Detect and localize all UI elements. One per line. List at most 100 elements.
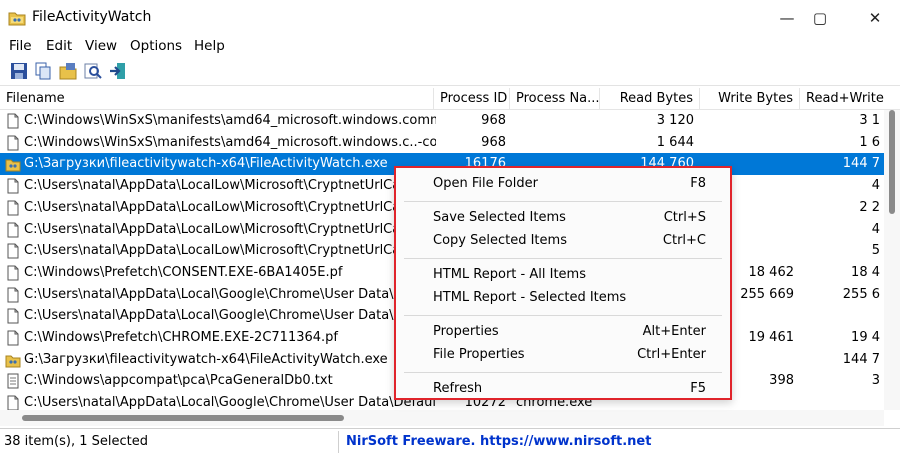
cell-filename: C:\Users\natal\AppData\Local\Google\Chro… <box>24 286 412 302</box>
title-bar: FileActivityWatch — ▢ ✕ <box>0 0 900 36</box>
menu-item-shortcut: Alt+Enter <box>642 323 706 339</box>
menu-item-label: Properties <box>433 323 499 339</box>
vertical-scroll-thumb[interactable] <box>889 110 895 214</box>
file-icon <box>7 178 19 194</box>
menu-view[interactable]: View <box>85 38 117 54</box>
cell-filename: G:\Загрузки\fileactivitywatch-x64\FileAc… <box>24 156 388 172</box>
cell-read-write <box>800 305 884 327</box>
table-row[interactable]: C:\Windows\WinSxS\manifests\amd64_micros… <box>0 132 884 154</box>
menu-item-copy-selected-items[interactable]: Copy Selected Items Ctrl+C <box>396 230 730 252</box>
menu-item-label: Refresh <box>433 380 483 396</box>
menu-edit[interactable]: Edit <box>46 38 72 54</box>
file-icon <box>7 287 19 303</box>
column-read-write[interactable]: Read+Write <box>800 88 900 110</box>
menu-item-shortcut: F8 <box>690 176 706 191</box>
cell-process-name <box>510 132 600 154</box>
menu-options[interactable]: Options <box>130 38 182 54</box>
menu-help[interactable]: Help <box>194 38 225 54</box>
cell-filename: C:\Windows\WinSxS\manifests\amd64_micros… <box>24 134 436 150</box>
status-bar: 38 item(s), 1 Selected NirSoft Freeware.… <box>0 428 900 454</box>
horizontal-scrollbar[interactable] <box>0 410 884 426</box>
status-item-count: 38 item(s), 1 Selected <box>4 434 148 449</box>
cell-read-write: 5 <box>871 243 880 259</box>
menu-item-html-report-all-items[interactable]: HTML Report - All Items <box>396 264 730 286</box>
horizontal-scroll-thumb[interactable] <box>22 415 344 421</box>
cell-write-bytes <box>700 132 800 154</box>
menu-item-label: File Properties <box>433 347 525 362</box>
menu-bar: File Edit View Options Help <box>0 36 900 58</box>
menu-item-label: Open File Folder <box>433 176 538 191</box>
column-write-bytes[interactable]: Write Bytes <box>700 88 800 110</box>
file-icon <box>7 330 19 346</box>
list-header: Filename Process ID Process Na... Read B… <box>0 88 900 110</box>
table-row[interactable]: C:\Windows\WinSxS\manifests\amd64_micros… <box>0 110 884 132</box>
maximize-icon[interactable]: ▢ <box>797 0 843 36</box>
column-process-name[interactable]: Process Na... <box>510 88 600 110</box>
column-process-id[interactable]: Process ID <box>434 88 510 110</box>
cell-read-bytes: 1 644 <box>656 134 694 150</box>
exit-icon[interactable] <box>108 61 128 81</box>
menu-item-save-selected-items[interactable]: Save Selected Items Ctrl+S <box>396 207 730 229</box>
menu-item-label: HTML Report - All Items <box>433 266 586 282</box>
cell-process-id: 968 <box>481 134 506 150</box>
save-icon[interactable] <box>9 61 29 81</box>
text-file-icon <box>7 373 19 389</box>
file-icon <box>7 113 19 129</box>
column-filename[interactable]: Filename <box>0 88 434 110</box>
cell-read-write: 144 7 <box>842 351 880 367</box>
cell-filename: C:\Windows\Prefetch\CONSENT.EXE-6BA1405E… <box>24 264 343 280</box>
cell-read-write: 18 4 <box>851 264 880 280</box>
menu-item-label: Save Selected Items <box>433 209 566 225</box>
find-icon[interactable] <box>83 61 103 81</box>
cell-filename: C:\Windows\appcompat\pca\PcaGeneralDb0.t… <box>24 373 333 389</box>
status-divider <box>338 431 339 453</box>
cell-read-write: 2 2 <box>859 199 880 215</box>
file-icon <box>7 222 19 237</box>
cell-filename: G:\Загрузки\fileactivitywatch-x64\FileAc… <box>24 351 388 367</box>
context-menu-separator <box>404 314 722 316</box>
file-icon <box>7 243 19 259</box>
context-menu-separator <box>404 257 722 259</box>
column-read-bytes[interactable]: Read Bytes <box>600 88 700 110</box>
window-title: FileActivityWatch <box>32 9 152 25</box>
app-folder-icon <box>5 355 21 368</box>
vertical-scrollbar[interactable] <box>884 110 900 410</box>
app-folder-icon <box>5 159 21 172</box>
cell-read-write: 3 1 <box>859 113 880 128</box>
file-icon <box>7 135 19 151</box>
menu-item-open-file-folder[interactable]: Open File Folder F8 <box>396 173 730 195</box>
menu-item-shortcut: Ctrl+C <box>662 233 706 248</box>
cell-filename: C:\Windows\Prefetch\CHROME.EXE-2C711364.… <box>24 330 338 345</box>
menu-item-shortcut: F5 <box>690 380 706 396</box>
cell-filename: C:\Users\natal\AppData\Local\Google\Chro… <box>24 308 412 324</box>
app-folder-icon <box>8 12 26 26</box>
cell-read-write: 1 6 <box>859 134 880 150</box>
cell-process-id: 968 <box>481 113 506 128</box>
nirsoft-link[interactable]: NirSoft Freeware. https://www.nirsoft.ne… <box>346 434 651 449</box>
cell-filename: C:\Users\natal\AppData\LocalLow\Microsof… <box>24 221 416 237</box>
cell-read-write: 4 <box>871 178 880 194</box>
menu-item-shortcut: Ctrl+S <box>663 209 706 225</box>
cell-read-bytes: 3 120 <box>656 113 694 128</box>
menu-item-shortcut: Ctrl+Enter <box>637 347 706 362</box>
menu-item-properties[interactable]: Properties Alt+Enter <box>396 321 730 343</box>
close-icon[interactable]: ✕ <box>852 0 898 36</box>
context-menu: Open File Folder F8 Save Selected Items Ctr… <box>394 166 732 400</box>
cell-read-write: 3 <box>871 373 880 389</box>
cell-filename: C:\Windows\WinSxS\manifests\amd64_micros… <box>24 113 436 128</box>
cell-write-bytes <box>700 110 800 132</box>
cell-read-write: 144 7 <box>842 156 880 172</box>
copy-icon[interactable] <box>33 61 53 81</box>
menu-item-refresh[interactable]: Refresh F5 <box>396 378 730 400</box>
menu-item-html-report-selected-items[interactable]: HTML Report - Selected Items <box>396 287 730 309</box>
properties-icon[interactable] <box>58 61 78 81</box>
file-icon <box>7 265 19 281</box>
menu-item-file-properties[interactable]: File Properties Ctrl+Enter <box>396 344 730 366</box>
toolbar <box>0 58 900 86</box>
file-icon <box>7 308 19 324</box>
context-menu-separator <box>404 200 722 202</box>
context-menu-separator <box>404 371 722 373</box>
menu-file[interactable]: File <box>9 38 32 54</box>
file-icon <box>7 395 19 411</box>
cell-read-write: 4 <box>871 221 880 237</box>
